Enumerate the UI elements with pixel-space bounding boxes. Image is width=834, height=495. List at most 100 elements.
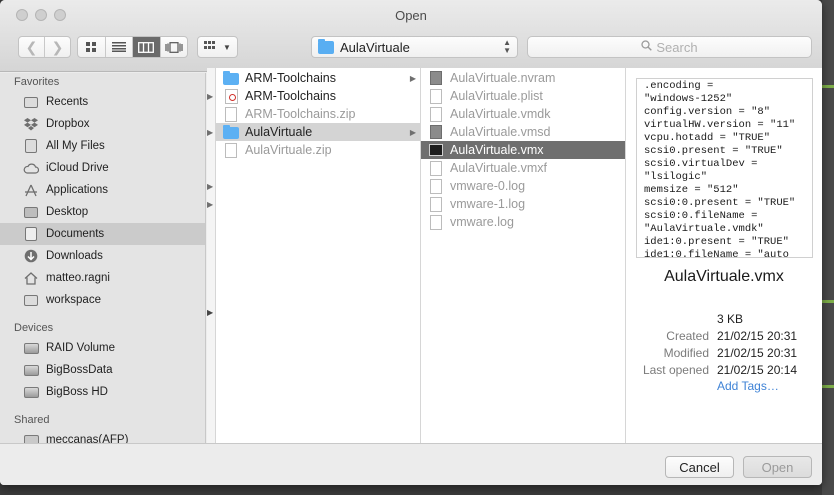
list-item[interactable]: vmware-1.log [421,195,625,213]
document-icon [428,178,444,194]
file-name: ARM-Toolchains [245,71,337,85]
add-tags-link[interactable]: Add Tags… [717,379,779,393]
sidebar-item-applications[interactable]: Applications [0,179,205,201]
drive-icon [23,384,39,400]
sidebar-item-downloads[interactable]: Downloads [0,245,205,267]
sidebar-item-dropbox[interactable]: Dropbox [0,113,205,135]
list-item[interactable]: AulaVirtuale.zip [216,141,420,159]
file-name: AulaVirtuale.plist [450,89,543,103]
list-item[interactable]: ARM-Toolchains.zip [216,105,420,123]
terminal-file-icon [428,142,444,158]
file-name: ARM-Toolchains [245,89,337,103]
sidebar-item-all-my-files[interactable]: All My Files [0,135,205,157]
sidebar-item-bigboss-hd[interactable]: BigBoss HD [0,381,205,403]
folder-icon [223,124,239,140]
modified-label: Modified [663,346,709,360]
sidebar-item-home[interactable]: matteo.ragni [0,267,205,289]
sidebar-header-shared: Shared [14,414,50,426]
preview-file-name: AulaVirtuale.vmx [664,268,784,285]
sidebar-item-label: Downloads [46,250,103,262]
sidebar-item-bigbossdata[interactable]: BigBossData [0,359,205,381]
sidebar-item-label: Applications [46,184,109,196]
list-item[interactable]: ARM-Toolchains ▶ [216,69,420,87]
image-file-icon [223,88,239,104]
list-item[interactable]: AulaVirtuale.nvram [421,69,625,87]
sidebar-item-raid-volume[interactable]: RAID Volume [0,337,205,359]
list-item[interactable]: vmware.log [421,213,625,231]
file-name: AulaVirtuale.nvram [450,71,556,85]
last-opened-value: 21/02/15 20:14 [717,363,798,377]
dropbox-icon [23,116,39,132]
sidebar-item-label: All My Files [46,140,105,152]
file-name: AulaVirtuale [245,125,313,139]
list-item[interactable]: AulaVirtuale.vmxf [421,159,625,177]
cancel-button[interactable]: Cancel [665,456,734,478]
background-window [822,0,834,495]
file-size: 3 KB [717,312,744,326]
sidebar-item-recents[interactable]: Recents [0,91,205,113]
list-view-icon[interactable] [104,37,133,57]
downloads-icon [23,248,39,264]
sidebar-item-label: iCloud Drive [46,162,109,174]
location-label: AulaVirtuale [340,39,410,55]
chevron-left-icon[interactable]: ❮ [19,37,44,57]
last-opened-label: Last opened [642,363,709,377]
chevron-right-icon: ▶ [409,73,416,83]
sidebar-item-icloud-drive[interactable]: iCloud Drive [0,157,205,179]
created-value: 21/02/15 20:31 [717,329,798,343]
sidebar-item-desktop[interactable]: Desktop [0,201,205,223]
sidebar-item-documents[interactable]: Documents [0,223,205,245]
chevron-down-icon: ▼ [223,42,231,52]
list-item[interactable]: ARM-Toolchains [216,87,420,105]
list-item[interactable]: vmware-0.log [421,177,625,195]
desktop-icon [23,204,39,220]
modified-value: 21/02/15 20:31 [717,346,798,360]
document-icon [428,196,444,212]
sidebar-item-workspace[interactable]: workspace [0,289,205,311]
sidebar-item-label: meccanas(AFP) [46,434,129,443]
document-icon [428,160,444,176]
list-item[interactable]: AulaVirtuale.vmdk [421,105,625,123]
title-bar: Open ❮ ❯ ▼ AulaVirtuale ▲ ▼ Search [0,0,822,72]
icon-view-icon[interactable] [78,37,105,57]
search-icon [641,40,653,54]
open-button[interactable]: Open [743,456,812,478]
home-icon [23,270,39,286]
vm-file-icon [428,70,444,86]
chevron-right-icon[interactable]: ❯ [44,37,70,57]
list-item[interactable]: AulaVirtuale.vmsd [421,123,625,141]
disclosure-triangle-icon: ▶ [207,128,214,137]
drive-icon [23,340,39,356]
sidebar-item-label: BigBoss HD [46,386,108,398]
column-parent[interactable]: ▶ ▶ ▶ ▶ ▶ [207,68,216,443]
background-decoration [822,385,834,388]
sidebar-item-label: matteo.ragni [46,272,110,284]
file-name: AulaVirtuale.vmxf [450,161,548,175]
arrange-icon [204,40,220,54]
sidebar-item-meccanas[interactable]: meccanas(AFP) [0,429,205,443]
sidebar-item-label: Recents [46,96,89,108]
list-item[interactable]: AulaVirtuale.vmx [421,141,625,159]
column-documents: ARM-Toolchains ▶ ARM-Toolchains ARM-Tool… [216,68,421,443]
window-title: Open [395,8,427,23]
arrange-button[interactable]: ▼ [197,36,238,58]
background-decoration [822,300,834,303]
location-popup[interactable]: AulaVirtuale ▲ ▼ [311,36,518,58]
coverflow-view-icon[interactable] [159,37,188,57]
folder-icon [223,70,239,86]
sidebar-item-label: workspace [46,294,101,306]
list-item[interactable]: AulaVirtuale ▶ [216,123,420,141]
server-icon [23,432,39,443]
background-decoration [822,85,834,88]
drive-icon [23,362,39,378]
chevron-right-icon: ▶ [409,127,416,137]
file-name: AulaVirtuale.vmx [450,143,544,157]
search-field[interactable]: Search [527,36,812,58]
sidebar-item-label: Dropbox [46,118,90,130]
list-item[interactable]: AulaVirtuale.plist [421,87,625,105]
column-view-icon[interactable] [132,37,160,57]
file-name: vmware.log [450,215,514,229]
document-icon [428,88,444,104]
navigation-buttons: ❮ ❯ [18,36,71,58]
folder-icon [318,38,334,54]
